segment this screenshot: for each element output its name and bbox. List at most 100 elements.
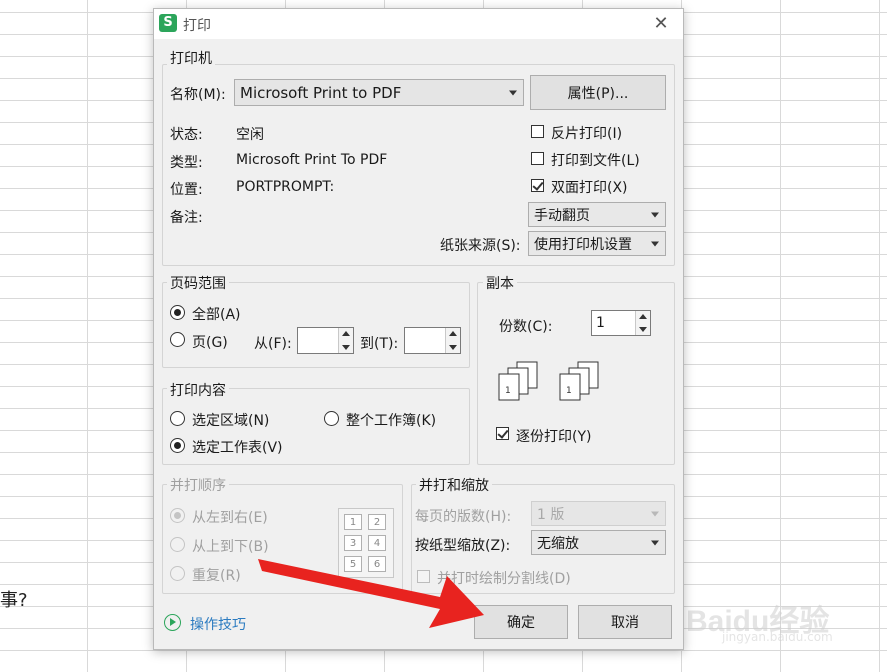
chevron-down-icon [651,212,659,217]
order-preview-cell: 4 [368,535,386,551]
print-order-legend: 并打顺序 [167,475,229,495]
type-value: Microsoft Print To PDF [236,152,388,168]
type-label: 类型: [170,155,203,171]
order-repeat-label: 重复(R) [192,568,241,584]
stepper-down-icon [449,345,457,350]
chevron-down-icon [509,90,517,95]
copies-count-label: 份数(C): [499,319,553,335]
scale-select[interactable]: 无缩放 [531,530,666,555]
watermark-url: jingyan.baidu.com [722,630,833,644]
chevron-down-icon [651,540,659,545]
page-from-label: 从(F): [254,336,292,352]
location-value: PORTPROMPT: [236,179,335,195]
baidu-watermark: Baidu经验 jingyan.baidu.com [686,596,886,656]
print-to-file-checkbox[interactable] [531,152,544,165]
svg-text:1: 1 [505,386,511,396]
ok-button[interactable]: 确定 [474,605,568,639]
order-preview-cell: 3 [344,535,362,551]
order-preview-grid: 123456 [338,508,394,578]
stepper-up-icon [449,331,457,336]
print-selection-radio[interactable] [170,411,185,426]
tips-link[interactable]: 操作技巧 [190,614,246,634]
order-top-bottom-radio[interactable] [170,537,185,552]
page-to-stepper[interactable] [404,327,461,354]
location-label: 位置: [170,182,203,198]
print-selection-label: 选定区域(N) [192,413,270,429]
chevron-down-icon [651,241,659,246]
wps-app-icon: S [159,14,177,32]
draw-lines-checkbox[interactable] [417,570,430,583]
draw-lines-label: 并打时绘制分割线(D) [437,571,571,587]
duplex-mode-value: 手动翻页 [534,207,590,224]
close-icon[interactable]: ✕ [648,11,674,37]
copies-count-value: 1 [596,315,605,331]
order-preview-cell: 5 [344,556,362,572]
title-bar: S 打印 ✕ [154,9,683,39]
stepper-buttons[interactable] [445,328,460,353]
print-content-legend: 打印内容 [167,380,229,400]
page-range-pages-label: 页(G) [192,335,228,351]
background-cell-text: 事? [0,590,28,611]
order-preview-cell: 2 [368,514,386,530]
reverse-print-checkbox[interactable] [531,125,544,138]
printer-name-label: 名称(M): [170,87,226,103]
pages-per-sheet-value: 1 版 [537,506,565,523]
print-workbook-label: 整个工作簿(K) [346,413,437,429]
page-range-all-radio[interactable] [170,305,185,320]
page-range-pages-radio[interactable] [170,332,185,347]
page-to-label: 到(T): [360,336,399,352]
order-preview-cell: 6 [368,556,386,572]
printer-name-value: Microsoft Print to PDF [240,83,402,102]
collate-pages-icon: 3 2 1 3 2 1 [498,361,599,401]
cancel-button[interactable]: 取消 [578,605,672,639]
copies-legend: 副本 [483,273,517,293]
pages-per-sheet-label: 每页的版数(H): [415,509,512,525]
scale-value: 无缩放 [537,535,579,552]
reverse-print-label: 反片打印(I) [551,126,623,142]
copies-count-stepper[interactable]: 1 [591,310,651,336]
paper-source-value: 使用打印机设置 [534,236,632,253]
properties-button-label: 属性(P)... [567,85,629,102]
page-range-group [162,282,470,368]
scale-label: 按纸型缩放(Z): [415,538,511,554]
print-dialog: S 打印 ✕ 打印机 名称(M): Microsoft Print to PDF… [153,8,684,650]
stepper-up-icon [639,314,647,319]
cancel-button-label: 取消 [611,615,639,631]
stepper-down-icon [342,345,350,350]
order-left-right-radio[interactable] [170,508,185,523]
pages-per-sheet-select[interactable]: 1 版 [531,501,666,526]
status-label: 状态: [170,127,203,143]
printer-group-legend: 打印机 [167,48,215,68]
svg-text:1: 1 [566,386,572,396]
duplex-checkbox[interactable] [531,179,544,192]
print-worksheet-label: 选定工作表(V) [192,440,283,456]
order-top-bottom-label: 从上到下(B) [192,539,269,555]
printer-name-select[interactable]: Microsoft Print to PDF [234,79,524,106]
paper-source-select[interactable]: 使用打印机设置 [528,231,666,256]
page-range-legend: 页码范围 [167,273,229,293]
stepper-up-icon [342,331,350,336]
paper-source-label: 纸张来源(S): [440,238,521,254]
duplex-label: 双面打印(X) [551,180,628,196]
ok-button-label: 确定 [507,615,535,631]
stepper-buttons[interactable] [338,328,353,353]
status-value: 空闲 [236,127,264,143]
print-worksheet-radio[interactable] [170,438,185,453]
print-workbook-radio[interactable] [324,411,339,426]
print-to-file-label: 打印到文件(L) [551,153,640,169]
collate-checkbox[interactable] [496,427,509,440]
stepper-down-icon [639,327,647,332]
page-from-stepper[interactable] [297,327,354,354]
zoom-legend: 并打和缩放 [416,475,492,495]
comment-label: 备注: [170,210,203,226]
chevron-down-icon [651,511,659,516]
order-left-right-label: 从左到右(E) [192,510,268,526]
page-range-all-label: 全部(A) [192,307,241,323]
dialog-title: 打印 [183,18,211,34]
duplex-mode-select[interactable]: 手动翻页 [528,202,666,227]
play-tips-icon[interactable] [164,614,181,631]
properties-button[interactable]: 属性(P)... [530,75,666,110]
stepper-buttons[interactable] [635,311,650,335]
collate-label: 逐份打印(Y) [516,429,592,445]
order-repeat-radio[interactable] [170,566,185,581]
